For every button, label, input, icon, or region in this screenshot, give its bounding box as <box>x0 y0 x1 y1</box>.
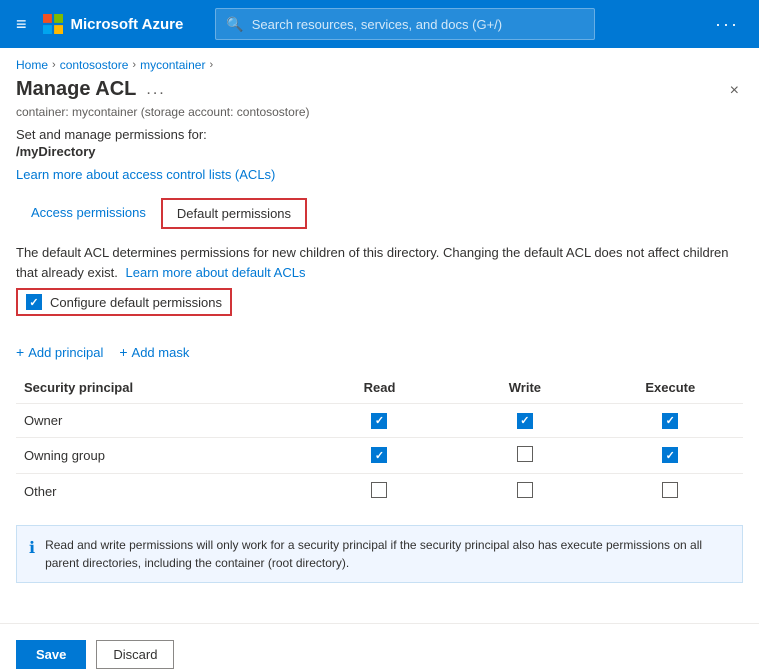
permissions-table: Security principal Read Write Execute Ow… <box>16 374 743 509</box>
col-header-read: Read <box>307 374 452 404</box>
read-cell-1 <box>307 437 452 473</box>
principal-cell-2: Other <box>16 473 307 509</box>
path-label: /myDirectory <box>16 144 743 159</box>
execute-cell-1 <box>598 437 743 473</box>
breadcrumb-sep-3: › <box>209 59 213 71</box>
breadcrumb-sep-2: › <box>132 59 136 71</box>
set-manage-label: Set and manage permissions for: <box>16 127 743 142</box>
learn-acl-link[interactable]: Learn more about access control lists (A… <box>16 167 275 182</box>
breadcrumb-mycontainer[interactable]: mycontainer <box>140 58 205 72</box>
azure-logo: Microsoft Azure <box>43 14 184 34</box>
principal-cell-0: Owner <box>16 404 307 438</box>
breadcrumb: Home › contosostore › mycontainer › <box>0 48 759 78</box>
add-mask-label: Add mask <box>132 345 190 360</box>
header-more-icon[interactable]: ··· <box>707 10 747 39</box>
search-bar[interactable]: 🔍 Search resources, services, and docs (… <box>215 8 595 40</box>
discard-button[interactable]: Discard <box>96 640 174 669</box>
configure-default-label: Configure default permissions <box>50 295 222 310</box>
action-buttons-row: + Add principal + Add mask <box>16 344 743 360</box>
read-checkbox-1[interactable] <box>371 447 387 463</box>
col-header-principal: Security principal <box>16 374 307 404</box>
search-icon: 🔍 <box>226 16 243 33</box>
read-checkbox-0[interactable] <box>371 413 387 429</box>
read-cell-0 <box>307 404 452 438</box>
top-header: ≡ Microsoft Azure 🔍 Search resources, se… <box>0 0 759 48</box>
table-row: Owner <box>16 404 743 438</box>
write-checkbox-1[interactable] <box>517 446 533 462</box>
tab-default-permissions[interactable]: Default permissions <box>161 198 307 229</box>
read-cell-2 <box>307 473 452 509</box>
write-cell-1 <box>452 437 597 473</box>
info-box: ℹ Read and write permissions will only w… <box>16 525 743 583</box>
panel-more-button[interactable]: ... <box>146 81 165 99</box>
learn-default-acl-link[interactable]: Learn more about default ACLs <box>126 263 306 283</box>
write-cell-0 <box>452 404 597 438</box>
breadcrumb-contosostore[interactable]: contosostore <box>60 58 129 72</box>
info-icon: ℹ <box>29 537 35 561</box>
footer-divider <box>0 623 759 624</box>
configure-default-checkbox-row[interactable]: Configure default permissions <box>16 288 232 316</box>
footer-buttons: Save Discard <box>0 640 759 669</box>
configure-default-checkbox[interactable] <box>26 294 42 310</box>
close-button[interactable]: × <box>726 78 743 104</box>
write-checkbox-2[interactable] <box>517 482 533 498</box>
table-row: Other <box>16 473 743 509</box>
add-mask-plus-icon: + <box>119 344 127 360</box>
logo-text: Microsoft Azure <box>71 16 184 33</box>
panel-subtitle: container: mycontainer (storage account:… <box>16 105 743 119</box>
breadcrumb-sep-1: › <box>52 59 56 71</box>
col-header-write: Write <box>452 374 597 404</box>
configure-checkbox-container: Configure default permissions <box>16 288 743 330</box>
execute-cell-0 <box>598 404 743 438</box>
panel-title-row: Manage ACL ... × <box>16 78 743 101</box>
tabs-container: Access permissions Default permissions <box>16 198 743 229</box>
hamburger-icon[interactable]: ≡ <box>12 10 31 39</box>
add-mask-button[interactable]: + Add mask <box>119 344 189 360</box>
read-checkbox-2[interactable] <box>371 482 387 498</box>
write-checkbox-0[interactable] <box>517 413 533 429</box>
principal-cell-1: Owning group <box>16 437 307 473</box>
manage-acl-panel: Manage ACL ... × container: mycontainer … <box>0 78 759 615</box>
info-text: Read and write permissions will only wor… <box>45 536 730 572</box>
breadcrumb-home[interactable]: Home <box>16 58 48 72</box>
write-cell-2 <box>452 473 597 509</box>
col-header-execute: Execute <box>598 374 743 404</box>
add-principal-button[interactable]: + Add principal <box>16 344 103 360</box>
save-button[interactable]: Save <box>16 640 86 669</box>
execute-checkbox-0[interactable] <box>662 413 678 429</box>
search-placeholder-text: Search resources, services, and docs (G+… <box>252 17 502 32</box>
azure-logo-icon <box>43 14 63 34</box>
execute-checkbox-1[interactable] <box>662 447 678 463</box>
add-principal-label: Add principal <box>28 345 103 360</box>
tab-access-permissions[interactable]: Access permissions <box>16 198 161 229</box>
panel-title: Manage ACL <box>16 78 136 101</box>
add-principal-plus-icon: + <box>16 344 24 360</box>
execute-cell-2 <box>598 473 743 509</box>
execute-checkbox-2[interactable] <box>662 482 678 498</box>
default-acl-description: The default ACL determines permissions f… <box>16 243 743 282</box>
table-row: Owning group <box>16 437 743 473</box>
